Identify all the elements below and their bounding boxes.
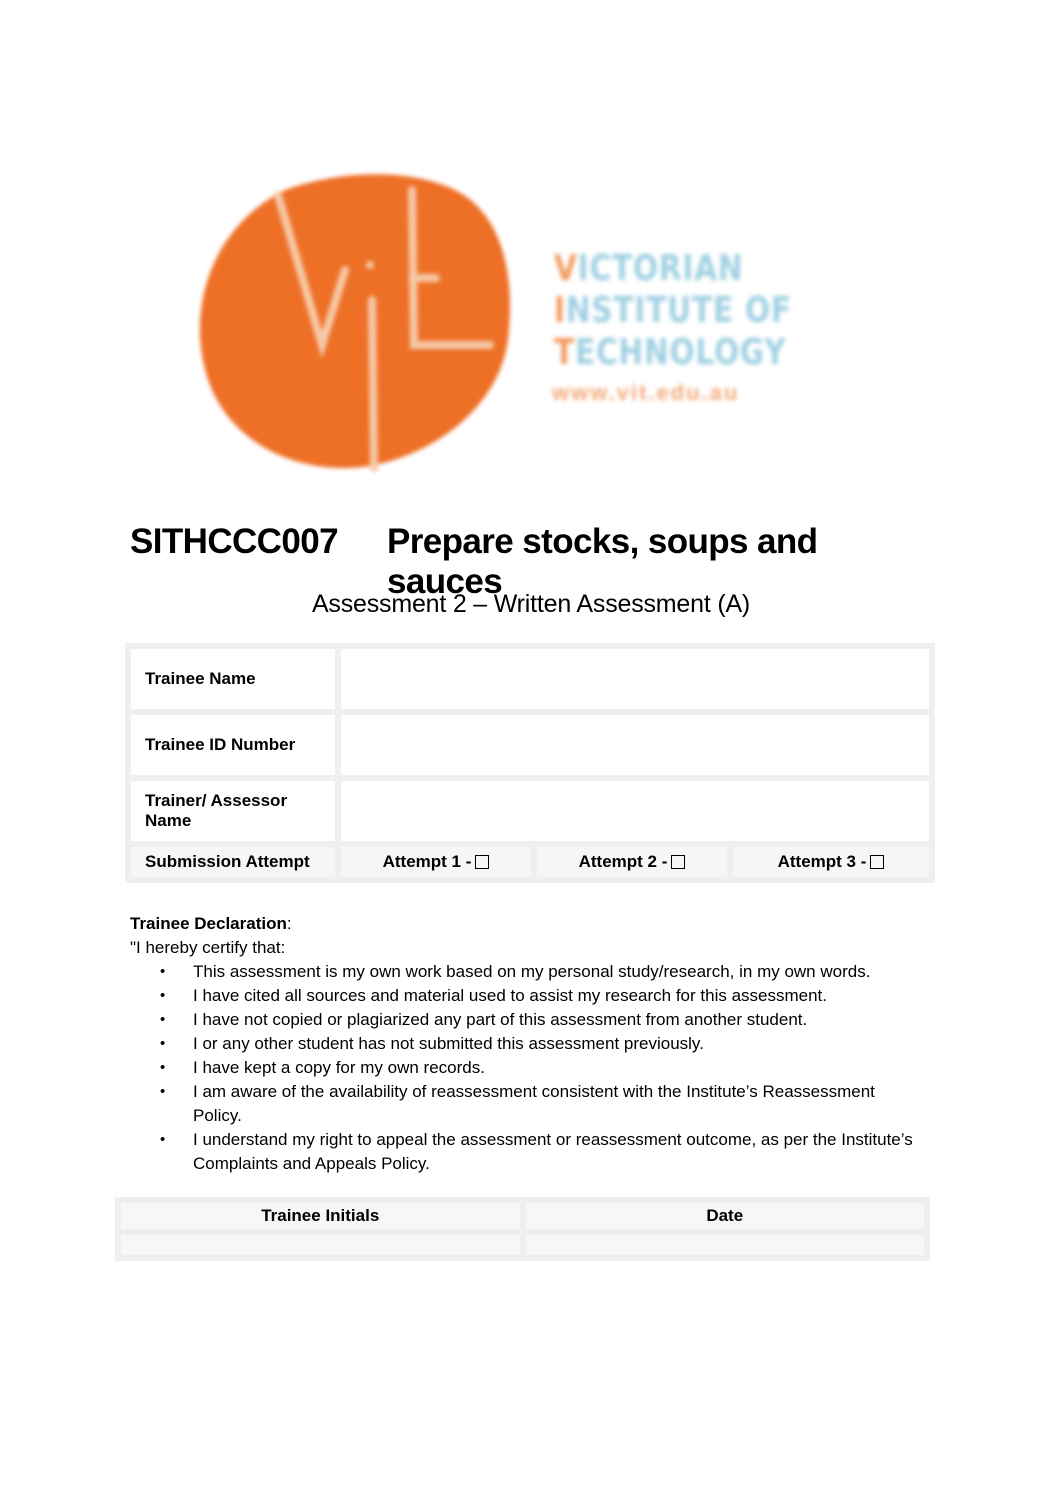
attempt-3-checkbox[interactable] [870,855,885,869]
trainee-initials-field[interactable] [115,1229,526,1261]
logo-word-1: VICTORIAN [554,248,744,289]
declaration-intro: "I hereby certify that: [130,938,286,957]
trainee-id-field[interactable] [335,709,935,781]
attempt-1-option[interactable]: Attempt 1 - [335,841,537,883]
logo-wordmark: VICTORIAN INSTITUTE OF TECHNOLOGY www.vi… [540,248,850,418]
attempt-1-label: Attempt 1 - [382,852,472,871]
list-item: • I understand my right to appeal the ass… [160,1130,913,1173]
logo-url: www.vit.edu.au [552,380,740,405]
table-row: Trainee Name [125,643,935,715]
attempt-2-label: Attempt 2 - [578,852,668,871]
logo-blob [199,174,510,469]
logo-word-3: TECHNOLOGY [554,332,787,373]
list-item: • This assessment is my own work based on… [130,960,920,984]
signature-table: Trainee Initials Date [115,1197,930,1261]
declaration-list: • This assessment is my own work based on… [130,960,920,1176]
trainee-name-field[interactable] [335,643,935,715]
attempt-2-option[interactable]: Attempt 2 - [531,841,733,883]
vit-monogram-icon [199,174,510,472]
list-item: • I have cited all sources and material u… [130,984,920,1008]
bullet-icon: • [160,1131,166,1148]
assessor-name-field[interactable] [335,775,935,847]
logo-letter-i-dot [366,261,374,269]
list-item: • I or any other student has not submitte… [130,1032,920,1056]
table-row [115,1229,930,1261]
logo-letter-i [368,296,378,472]
attempt-3-label: Attempt 3 - [777,852,867,871]
bullet-icon: • [160,1011,166,1028]
declaration-heading: Trainee Declaration: [130,914,292,933]
unit-title: SITHCCC007 Prepare stocks, soups and sau… [130,522,930,601]
logo-word-2: INSTITUTE OF [554,290,792,331]
table-row: Trainer/ Assessor Name [125,775,935,847]
trainee-info-table: Trainee Name Trainee ID Number Trainer/ … [125,643,935,883]
unit-code: SITHCCC007 [130,522,339,561]
list-item: • I have not copied or plagiarized any pa… [130,1008,920,1032]
list-item: • I have kept a copy for my own records. [130,1056,920,1080]
bullet-icon: • [160,1035,166,1052]
list-item: • I am aware of the availability of reass… [160,1082,875,1125]
attempt-2-checkbox[interactable] [671,855,686,869]
bullet-icon: • [160,1083,166,1100]
bullet-icon: • [160,1059,166,1076]
bullet-icon: • [160,963,166,980]
trainee-initials-header: Trainee Initials [115,1197,526,1235]
trainee-id-label: Trainee ID Number [125,709,341,781]
date-header: Date [519,1197,930,1235]
bullet-icon: • [160,987,166,1004]
date-field[interactable] [519,1229,930,1261]
table-row: Trainee Initials Date [115,1197,930,1235]
trainee-declaration: Trainee Declaration: "I hereby certify t… [130,912,920,1176]
table-row: Trainee ID Number [125,709,935,781]
trainee-name-label: Trainee Name [125,643,341,715]
document-page: VICTORIAN INSTITUTE OF TECHNOLOGY www.vi… [0,0,1062,1506]
assessor-name-label: Trainer/ Assessor Name [125,775,341,847]
submission-attempt-row: Submission Attempt Attempt 1 - Attempt 2… [125,841,935,883]
attempt-1-checkbox[interactable] [475,855,490,869]
submission-attempt-label: Submission Attempt [125,841,341,883]
attempt-3-option[interactable]: Attempt 3 - [727,841,935,883]
vit-logo: VICTORIAN INSTITUTE OF TECHNOLOGY www.vi… [190,150,850,480]
assessment-subtitle: Assessment 2 – Written Assessment (A) [311,590,751,618]
